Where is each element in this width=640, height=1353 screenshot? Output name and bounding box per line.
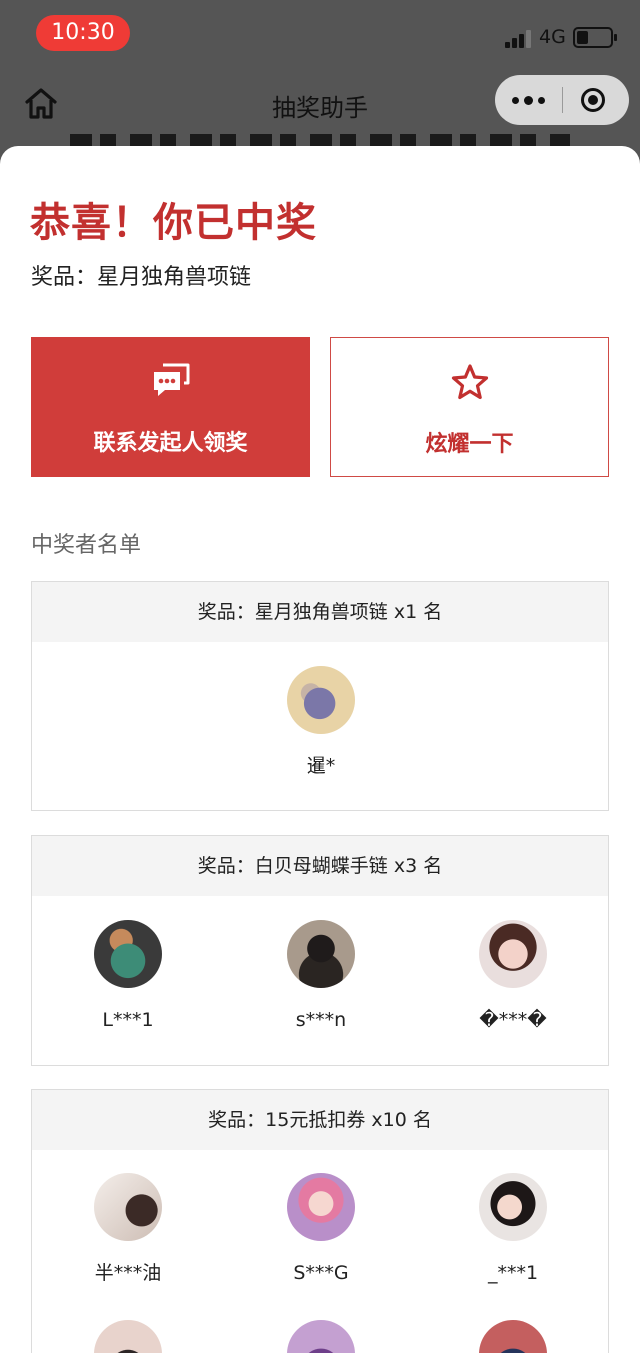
winner-item: S***G: [241, 1173, 401, 1285]
winner-name: S***G: [293, 1262, 349, 1284]
avatar: [94, 1320, 162, 1353]
won-prize-text: 奖品：星月独角兽项链: [31, 265, 252, 290]
winner-item-partial: [48, 1320, 208, 1353]
winners-heading: 中奖者名单: [31, 533, 142, 558]
prize-block: 奖品：15元抵扣券 x10 名 半***油 S***G _***1: [31, 1089, 609, 1353]
capsule-divider: [562, 87, 563, 113]
avatar: [94, 1173, 162, 1241]
contact-organizer-button[interactable]: 联系发起人领奖: [31, 337, 310, 477]
avatar: [287, 1320, 355, 1353]
winner-name: _***1: [487, 1262, 539, 1284]
target-icon[interactable]: [581, 88, 605, 112]
avatar: [287, 1173, 355, 1241]
winner-item-partial: [433, 1320, 593, 1353]
winner-name: 半***油: [94, 1262, 162, 1284]
avatar: [479, 1320, 547, 1353]
winner-item: s***n: [241, 920, 401, 1032]
winner-item: �***�: [433, 920, 593, 1032]
avatar: [479, 920, 547, 988]
signal-icon: [505, 30, 531, 48]
contact-organizer-label: 联系发起人领奖: [93, 431, 248, 456]
status-time: 10:30: [36, 15, 130, 51]
winner-item: L***1: [48, 920, 208, 1032]
menu-capsule: [495, 75, 629, 125]
winner-name: 暹*: [306, 755, 336, 777]
avatar: [94, 920, 162, 988]
winner-item-partial: [241, 1320, 401, 1353]
prize-block-title: 奖品：15元抵扣券 x10 名: [32, 1090, 608, 1150]
result-sheet: 恭喜！你已中奖 奖品：星月独角兽项链 联系发起人领奖 炫耀一下 中奖者名单 奖品…: [0, 146, 640, 1353]
network-label: 4G: [539, 26, 566, 48]
winner-item: 暹*: [241, 666, 401, 778]
star-icon: [451, 364, 488, 400]
share-brag-label: 炫耀一下: [425, 432, 514, 457]
winner-item: 半***油: [48, 1173, 208, 1285]
prize-block: 奖品：白贝母蝴蝶手链 x3 名 L***1 s***n �***�: [31, 835, 609, 1066]
share-brag-button[interactable]: 炫耀一下: [330, 337, 609, 477]
winner-name: �***�: [479, 1009, 547, 1031]
congrats-title: 恭喜！你已中奖: [30, 199, 317, 246]
prize-block-title: 奖品：白贝母蝴蝶手链 x3 名: [32, 836, 608, 896]
avatar: [479, 1173, 547, 1241]
prize-block-title: 奖品：星月独角兽项链 x1 名: [32, 582, 608, 642]
avatar: [287, 920, 355, 988]
avatar: [287, 666, 355, 734]
chat-bubbles-icon: [153, 363, 189, 396]
status-bar: 10:30 4G: [0, 0, 640, 68]
winner-item: _***1: [433, 1173, 593, 1285]
more-icon[interactable]: [495, 75, 562, 125]
prize-block: 奖品：星月独角兽项链 x1 名 暹*: [31, 581, 609, 811]
winner-name: s***n: [295, 1009, 347, 1031]
winner-name: L***1: [102, 1009, 154, 1031]
battery-icon: [573, 27, 617, 48]
